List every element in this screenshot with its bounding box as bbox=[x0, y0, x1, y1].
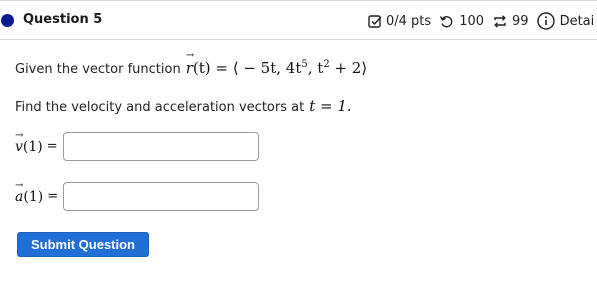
question-prompt: Given the vector function r(t) = ⟨ − 5t,… bbox=[15, 50, 368, 77]
acceleration-row: a(1) = bbox=[15, 180, 260, 211]
function-arg: (t) = bbox=[192, 59, 228, 77]
retry-icon bbox=[439, 14, 454, 29]
function-rhs-mid: , t bbox=[307, 59, 324, 77]
attempts-indicator: 99 bbox=[492, 14, 529, 29]
question-meta: 0/4 pts 100 99 Detai bbox=[368, 11, 594, 31]
submit-question-button[interactable]: Submit Question bbox=[17, 232, 149, 257]
function-rhs-end: + 2⟩ bbox=[329, 59, 368, 77]
question-status-dot bbox=[1, 14, 14, 27]
attempts-count: 99 bbox=[512, 13, 529, 29]
acceleration-symbol: a bbox=[15, 180, 24, 205]
velocity-input[interactable] bbox=[62, 132, 259, 161]
vector-function-formula: r(t) = ⟨ − 5t, 4t5, t2 + 2⟩ bbox=[186, 50, 368, 77]
checkbox-edit-icon bbox=[368, 14, 383, 29]
question-header: Question 5 0/4 pts 100 99 Detai bbox=[0, 0, 597, 40]
velocity-row: v(1) = bbox=[15, 130, 259, 161]
velocity-equals: = bbox=[46, 139, 58, 154]
sync-arrows-icon bbox=[492, 14, 508, 29]
score-text: 0/4 pts bbox=[386, 13, 432, 29]
acceleration-input[interactable] bbox=[63, 182, 260, 211]
score-indicator: 0/4 pts bbox=[368, 14, 431, 29]
velocity-label: v(1) bbox=[15, 130, 43, 155]
find-text: Find the velocity and acceleration vecto… bbox=[15, 100, 305, 115]
find-condition: t = 1. bbox=[309, 97, 352, 115]
details-label[interactable]: Detai bbox=[560, 14, 595, 29]
retries-indicator: 100 bbox=[439, 14, 484, 29]
acceleration-equals: = bbox=[47, 189, 59, 204]
acceleration-arg: (1) bbox=[23, 188, 44, 205]
retries-count: 100 bbox=[459, 13, 485, 29]
info-icon bbox=[536, 12, 555, 30]
velocity-symbol: v bbox=[15, 130, 23, 155]
function-rhs: ⟨ − 5t, 4t bbox=[232, 59, 302, 77]
function-name: r bbox=[186, 50, 193, 77]
velocity-arg: (1) bbox=[22, 138, 43, 155]
prompt-text: Given the vector function bbox=[15, 62, 181, 77]
find-instruction: Find the velocity and acceleration vecto… bbox=[15, 97, 352, 115]
details-toggle[interactable]: Detai bbox=[536, 12, 595, 30]
acceleration-label: a(1) bbox=[15, 180, 44, 205]
question-title: Question 5 bbox=[23, 12, 103, 27]
